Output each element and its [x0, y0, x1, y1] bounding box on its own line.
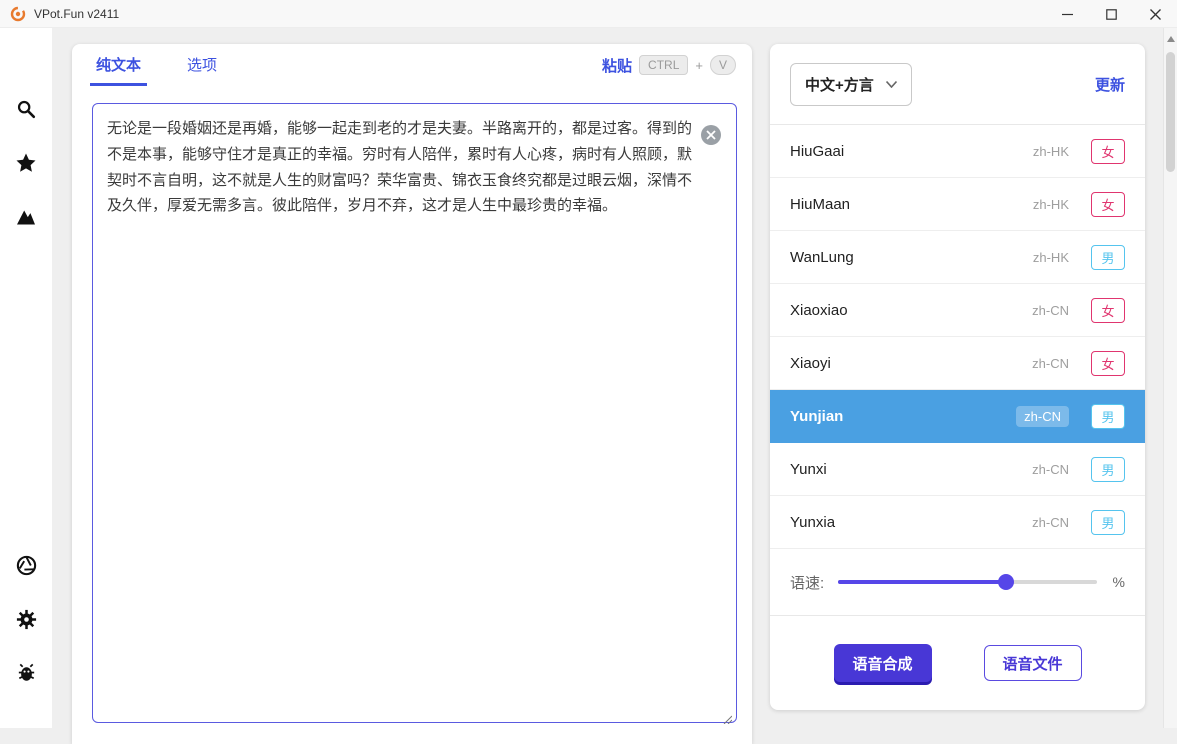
plus-sign: + [695, 58, 703, 73]
voice-gender-badge: 女 [1091, 192, 1125, 217]
window-title: VPot.Fun v2411 [34, 7, 119, 21]
maximize-button[interactable] [1089, 0, 1133, 28]
voice-name: Xiaoxiao [790, 302, 1032, 319]
voice-locale: zh-HK [1033, 197, 1069, 212]
editor-card: 纯文本 选项 粘贴 CTRL + V 无论是一段婚姻还是再婚，能够一起走到老的才… [72, 44, 752, 744]
textarea-wrapper: 无论是一段婚姻还是再婚，能够一起走到老的才是夫妻。半路离开的，都是过客。得到的不… [92, 103, 737, 728]
speed-slider[interactable] [838, 574, 1096, 590]
language-select[interactable]: 中文+方言 [790, 63, 912, 106]
ctrl-key-badge: CTRL [639, 55, 688, 75]
voice-row[interactable]: HiuMaan zh-HK 女 [770, 178, 1145, 231]
window-scrollbar[interactable] [1163, 28, 1177, 728]
text-input[interactable]: 无论是一段婚姻还是再婚，能够一起走到老的才是夫妻。半路离开的，都是过客。得到的不… [92, 103, 737, 723]
speed-unit: % [1113, 574, 1125, 590]
speed-slider-fill [838, 580, 1006, 584]
voice-panel-card: 中文+方言 更新 HiuGaai zh-HK 女 HiuMaan zh-HK 女… [770, 44, 1145, 710]
voice-row[interactable]: Yunxia zh-CN 男 [770, 496, 1145, 549]
minimize-button[interactable] [1045, 0, 1089, 28]
tab-plain-text[interactable]: 纯文本 [90, 44, 147, 86]
voice-locale: zh-CN [1032, 303, 1069, 318]
voice-row[interactable]: Yunjian zh-CN 男 [770, 390, 1145, 443]
voice-name: WanLung [790, 249, 1033, 266]
paste-cluster: 粘贴 CTRL + V [602, 44, 736, 86]
voice-gender-badge: 男 [1091, 404, 1125, 429]
voice-gender-badge: 女 [1091, 298, 1125, 323]
voice-name: Yunxia [790, 514, 1032, 531]
refresh-link[interactable]: 更新 [1095, 74, 1125, 95]
voice-row[interactable]: Xiaoxiao zh-CN 女 [770, 284, 1145, 337]
speed-slider-thumb[interactable] [998, 574, 1014, 590]
clear-text-icon[interactable] [701, 125, 721, 145]
gear-icon[interactable] [13, 606, 39, 632]
close-button[interactable] [1133, 0, 1177, 28]
titlebar: VPot.Fun v2411 [0, 0, 1177, 28]
voice-list: HiuGaai zh-HK 女 HiuMaan zh-HK 女 WanLung … [770, 125, 1145, 549]
mountain-icon[interactable] [13, 204, 39, 230]
synthesize-button[interactable]: 语音合成 [834, 644, 932, 682]
aperture-icon[interactable] [13, 552, 39, 578]
voice-locale: zh-CN [1032, 462, 1069, 477]
voice-row[interactable]: HiuGaai zh-HK 女 [770, 125, 1145, 178]
chevron-down-icon [886, 81, 897, 88]
speed-row: 语速: % [770, 549, 1145, 616]
voice-gender-badge: 男 [1091, 245, 1125, 270]
voice-gender-badge: 女 [1091, 139, 1125, 164]
voice-file-button[interactable]: 语音文件 [984, 645, 1082, 681]
voice-locale: zh-CN [1032, 356, 1069, 371]
paste-button[interactable]: 粘贴 [602, 55, 632, 76]
editor-tabbar: 纯文本 选项 粘贴 CTRL + V [72, 44, 752, 86]
content-area: 纯文本 选项 粘贴 CTRL + V 无论是一段婚姻还是再婚，能够一起走到老的才… [52, 28, 1163, 728]
sidebar [0, 28, 52, 728]
bug-icon[interactable] [13, 660, 39, 686]
v-key-badge: V [710, 55, 736, 75]
voice-panel-header: 中文+方言 更新 [770, 44, 1145, 125]
window-controls [1045, 0, 1177, 28]
voice-locale: zh-HK [1033, 144, 1069, 159]
app-logo-icon [10, 6, 26, 22]
voice-gender-badge: 男 [1091, 457, 1125, 482]
voice-locale: zh-CN [1016, 406, 1069, 427]
search-icon[interactable] [13, 96, 39, 122]
voice-row[interactable]: Yunxi zh-CN 男 [770, 443, 1145, 496]
tab-options[interactable]: 选项 [181, 44, 223, 86]
voice-row[interactable]: Xiaoyi zh-CN 女 [770, 337, 1145, 390]
voice-name: HiuGaai [790, 143, 1033, 160]
scroll-up-icon[interactable] [1164, 32, 1177, 46]
scrollbar-thumb[interactable] [1166, 52, 1175, 172]
voice-gender-badge: 女 [1091, 351, 1125, 376]
star-icon[interactable] [13, 150, 39, 176]
voice-name: Yunxi [790, 461, 1032, 478]
resize-handle-icon[interactable] [722, 711, 732, 721]
action-buttons-row: 语音合成 语音文件 [770, 616, 1145, 710]
voice-locale: zh-CN [1032, 515, 1069, 530]
voice-name: Xiaoyi [790, 355, 1032, 372]
voice-name: Yunjian [790, 408, 1016, 425]
speed-label: 语速: [790, 572, 824, 593]
voice-locale: zh-HK [1033, 250, 1069, 265]
voice-gender-badge: 男 [1091, 510, 1125, 535]
language-select-value: 中文+方言 [805, 74, 874, 95]
voice-name: HiuMaan [790, 196, 1033, 213]
voice-row[interactable]: WanLung zh-HK 男 [770, 231, 1145, 284]
